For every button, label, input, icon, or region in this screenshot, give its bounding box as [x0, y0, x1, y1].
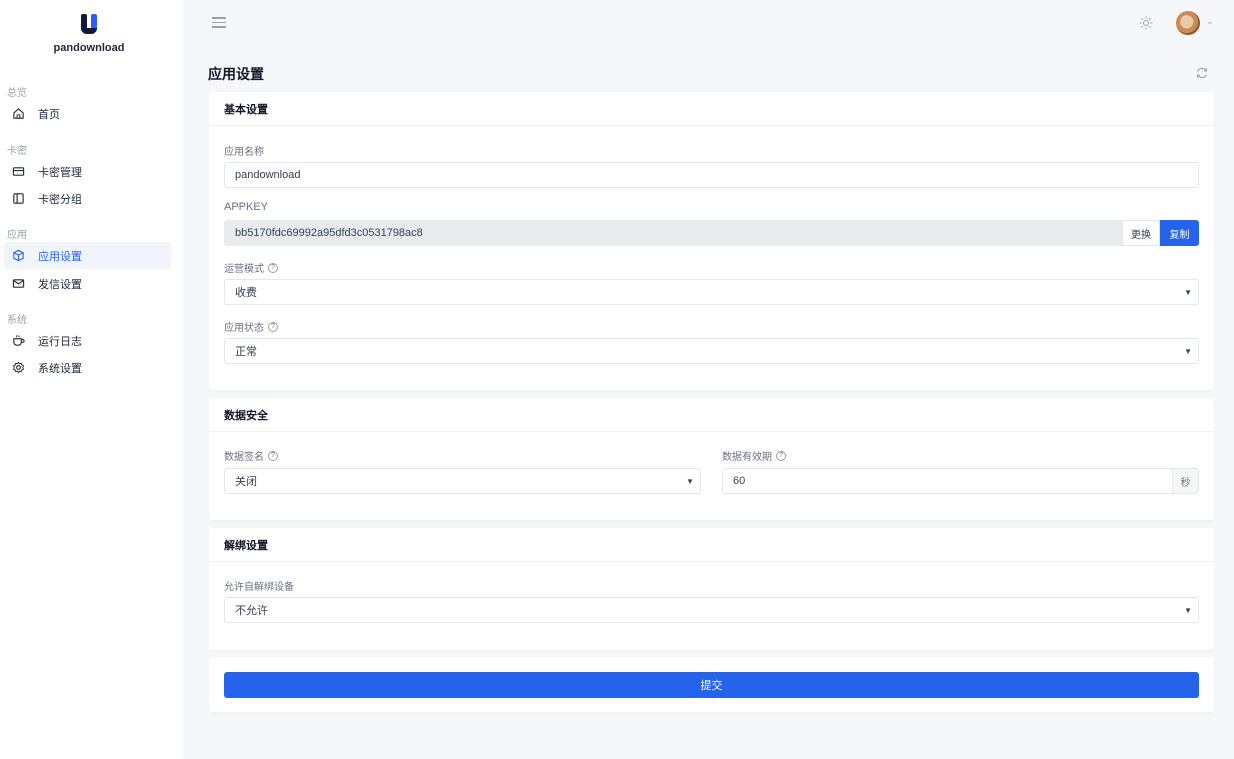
sidebar-item-logs[interactable]: 运行日志: [4, 327, 171, 354]
logo[interactable]: pandownload: [0, 12, 178, 54]
sidebar-item-label: 卡密分组: [38, 193, 82, 206]
sidebar-item-card-group[interactable]: 卡密分组: [4, 185, 171, 212]
sidebar-item-label: 首页: [38, 108, 60, 121]
page-title: 应用设置: [208, 66, 264, 82]
status-select[interactable]: 正常 ▼: [224, 338, 1199, 364]
sidebar-item-mail-settings[interactable]: 发信设置: [4, 270, 171, 297]
card-title: 数据安全: [209, 398, 1214, 432]
expire-unit: 秒: [1172, 468, 1199, 494]
card-title: 解绑设置: [209, 528, 1214, 562]
unbind-settings-card: 解绑设置 允许自解绑设备 不允许 ▼: [209, 528, 1214, 650]
sidebar-item-label: 卡密管理: [38, 166, 82, 179]
nav-group-system: 系统: [7, 315, 27, 326]
logo-mark: [78, 12, 100, 36]
mode-select[interactable]: 收费 ▼: [224, 279, 1199, 305]
sidebar-item-system-settings[interactable]: 系统设置: [4, 354, 171, 381]
help-icon[interactable]: ?: [268, 321, 278, 332]
appkey-field[interactable]: bb5170fdc69992a95dfd3c0531798ac8: [224, 220, 1122, 246]
cup-icon: [11, 334, 25, 348]
sidebar: pandownload 总览 首页 卡密 卡密管理 卡密分组 应用 应用设置 发…: [0, 0, 183, 759]
card-icon: [11, 165, 25, 179]
app-name-label: 应用名称: [224, 147, 264, 158]
help-icon[interactable]: ?: [268, 262, 278, 273]
sidebar-item-app-settings[interactable]: 应用设置: [4, 242, 171, 269]
cube-icon: [11, 249, 25, 263]
sidebar-item-card-manage[interactable]: 卡密管理: [4, 158, 171, 185]
sidebar-item-label: 运行日志: [38, 335, 82, 348]
sign-select[interactable]: 关闭 ▼: [224, 468, 701, 494]
nav-group-overview: 总览: [7, 88, 27, 99]
appkey-label: APPKEY: [224, 201, 269, 213]
submit-button[interactable]: 提交: [224, 672, 1199, 698]
expire-label: 数据有效期?: [722, 448, 786, 463]
sidebar-item-label: 系统设置: [38, 362, 82, 375]
home-icon: [11, 107, 25, 121]
gear-icon: [11, 361, 25, 375]
nav-group-card: 卡密: [7, 146, 27, 157]
copy-appkey-button[interactable]: 复制: [1160, 220, 1199, 246]
menu-toggle-icon[interactable]: [212, 17, 226, 29]
avatar[interactable]: [1176, 11, 1200, 35]
brand-name: pandownload: [53, 42, 125, 54]
allow-unbind-select[interactable]: 不允许 ▼: [224, 597, 1199, 623]
sun-icon[interactable]: [1139, 16, 1153, 30]
refresh-icon[interactable]: [1195, 66, 1209, 80]
dropdown-arrow-icon: ▼: [1184, 288, 1192, 297]
mail-icon: [11, 277, 25, 291]
dropdown-arrow-icon: ▼: [686, 477, 694, 486]
sidebar-item-label: 发信设置: [38, 278, 82, 291]
sidebar-item-label: 应用设置: [38, 250, 82, 263]
sidebar-item-home[interactable]: 首页: [4, 100, 171, 127]
help-icon[interactable]: ?: [776, 450, 786, 461]
chevron-down-icon[interactable]: ⌄: [1206, 16, 1214, 27]
basic-settings-card: 基本设置 应用名称 pandownload APPKEY bb5170fdc69…: [209, 92, 1214, 390]
dropdown-arrow-icon: ▼: [1184, 347, 1192, 356]
panel-icon: [11, 192, 25, 206]
status-label: 应用状态?: [224, 319, 278, 334]
submit-card: 提交: [209, 657, 1214, 712]
dropdown-arrow-icon: ▼: [1184, 606, 1192, 615]
allow-unbind-label: 允许自解绑设备: [224, 582, 294, 593]
mode-label: 运营模式?: [224, 260, 278, 275]
card-title: 基本设置: [209, 92, 1214, 126]
app-name-input[interactable]: pandownload: [224, 162, 1199, 188]
change-appkey-button[interactable]: 更换: [1122, 220, 1160, 246]
nav-group-app: 应用: [7, 230, 27, 241]
sign-label: 数据签名?: [224, 448, 278, 463]
expire-input[interactable]: 60: [722, 468, 1173, 494]
data-security-card: 数据安全 数据签名? 关闭 ▼ 数据有效期? 60 秒: [209, 398, 1214, 520]
help-icon[interactable]: ?: [268, 450, 278, 461]
